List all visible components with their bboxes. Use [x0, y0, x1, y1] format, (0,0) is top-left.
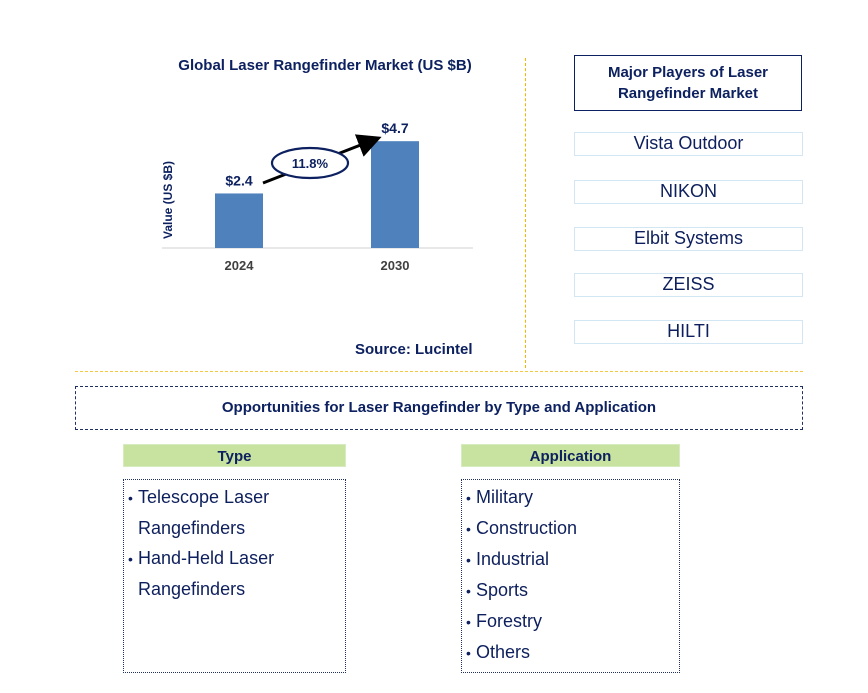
- player-item: HILTI: [574, 320, 803, 344]
- x-tick-label: 2024: [225, 258, 255, 273]
- application-heading: Application: [461, 444, 680, 467]
- application-item: Sports: [466, 575, 679, 606]
- data-label: $2.4: [225, 172, 252, 188]
- chart-title: Global Laser Rangefinder Market (US $B): [178, 57, 472, 74]
- type-item: Hand-Held Laser Rangefinders: [128, 543, 303, 604]
- bar-2024: [215, 193, 263, 248]
- cagr-annotation: 11.8%: [262, 134, 382, 185]
- players-title: Major Players of Laser Rangefinder Marke…: [574, 55, 802, 111]
- application-list: Military Construction Industrial Sports …: [461, 479, 680, 673]
- application-item: Military: [466, 482, 679, 513]
- y-axis-label: Value (US $B): [161, 161, 175, 239]
- bar-2030: [371, 141, 419, 248]
- application-item: Industrial: [466, 544, 679, 575]
- x-tick-label: 2030: [381, 258, 410, 273]
- data-label: $4.7: [381, 120, 408, 136]
- players-title-text: Major Players of Laser Rangefinder Marke…: [607, 64, 769, 102]
- player-item: Vista Outdoor: [574, 132, 803, 156]
- type-item: Telescope Laser Rangefinders: [128, 482, 303, 543]
- application-item: Construction: [466, 513, 679, 544]
- cagr-label: 11.8%: [292, 156, 329, 171]
- type-list: Telescope Laser Rangefinders Hand-Held L…: [123, 479, 346, 673]
- horizontal-divider: [75, 371, 803, 372]
- opportunities-title: Opportunities for Laser Rangefinder by T…: [75, 386, 803, 430]
- player-item: Elbit Systems: [574, 227, 803, 251]
- type-heading: Type: [123, 444, 346, 467]
- bar-chart: Value (US $B) $2.4 2024 $4.7 2030 11.8%: [161, 120, 473, 273]
- source-label: Source: Lucintel: [355, 341, 473, 358]
- application-item: Forestry: [466, 606, 679, 637]
- player-item: ZEISS: [574, 273, 803, 297]
- player-item: NIKON: [574, 180, 803, 204]
- application-item: Others: [466, 637, 679, 668]
- vertical-divider: [525, 58, 526, 368]
